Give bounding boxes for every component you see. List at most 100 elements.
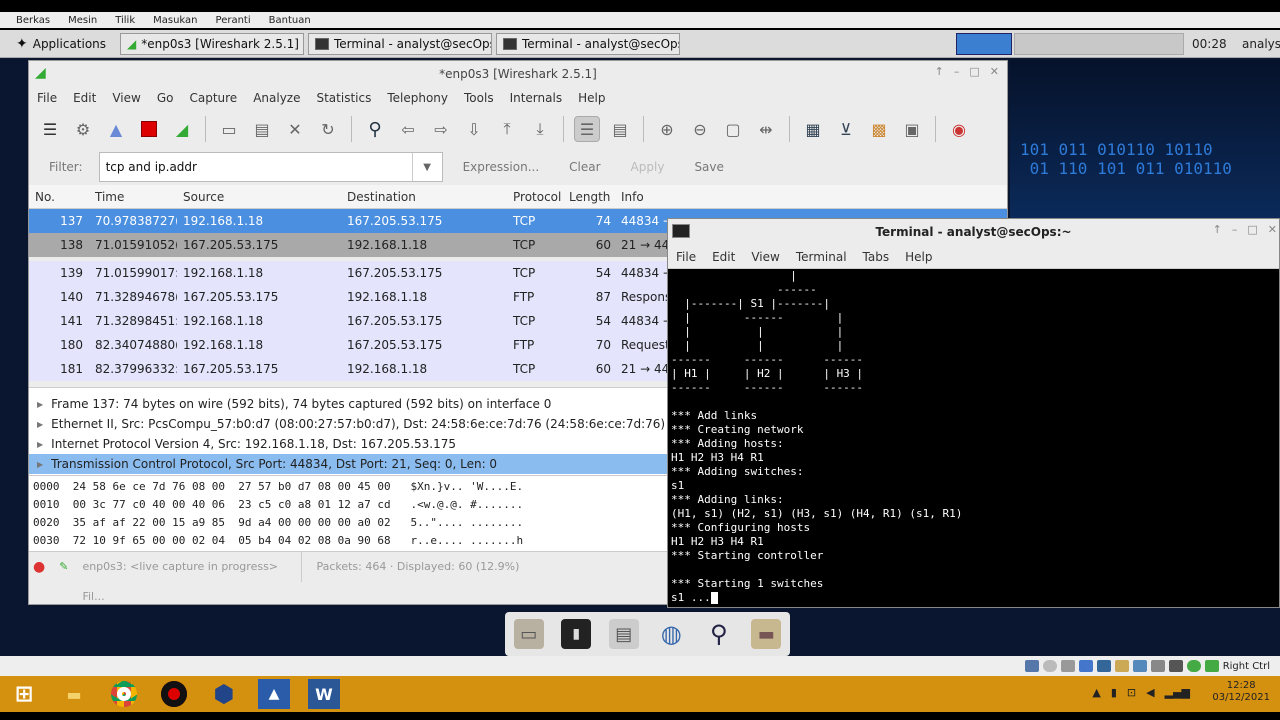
optical-status-icon[interactable] [1042, 660, 1057, 672]
display-filters-icon[interactable]: ⊻ [833, 116, 859, 142]
term-menu-edit[interactable]: Edit [712, 250, 735, 264]
column-time[interactable]: Time [89, 190, 177, 204]
close-icon[interactable]: ✕ [1268, 223, 1277, 236]
save-filter-button[interactable]: Save [694, 160, 723, 174]
autoscroll-icon[interactable]: ▤ [607, 116, 633, 142]
help-icon[interactable]: ◉ [946, 116, 972, 142]
term-menu-file[interactable]: File [676, 250, 696, 264]
recording-status-icon[interactable] [1150, 660, 1165, 672]
restart-capture-icon[interactable]: ◢ [169, 116, 195, 142]
mouse-integration-icon[interactable] [1186, 660, 1201, 672]
windows-clock[interactable]: 12:28 03/12/2021 [1212, 680, 1270, 704]
close-icon[interactable]: ✕ [990, 65, 999, 78]
restore-icon[interactable]: □ [1247, 223, 1257, 236]
colorize-icon[interactable]: ☰ [574, 116, 600, 142]
expert-info-icon[interactable]: ● [33, 559, 45, 575]
maximize-up-icon[interactable]: ↑ [935, 65, 944, 78]
menu-internals[interactable]: Internals [510, 91, 563, 105]
menu-analyze[interactable]: Analyze [253, 91, 300, 105]
tray-wifi-icon[interactable]: ▂▄▆ [1165, 686, 1190, 699]
column-destination[interactable]: Destination [341, 190, 507, 204]
go-back-icon[interactable]: ⇦ [395, 116, 421, 142]
screen-recorder-icon[interactable] [158, 679, 190, 709]
tray-volume-icon[interactable]: ◀ [1146, 686, 1154, 699]
column-no[interactable]: No. [29, 190, 89, 204]
applications-menu-button[interactable]: ✦ Applications [10, 33, 110, 55]
save-file-icon[interactable]: ▤ [249, 116, 275, 142]
chrome-icon[interactable] [108, 679, 140, 709]
clear-button[interactable]: Clear [569, 160, 600, 174]
vb-menu-masukan[interactable]: Masukan [153, 15, 197, 26]
resize-columns-icon[interactable]: ⇹ [753, 116, 779, 142]
term-menu-help[interactable]: Help [905, 250, 932, 264]
cpu-status-icon[interactable] [1168, 660, 1183, 672]
display-status-icon[interactable] [1132, 660, 1147, 672]
capture-comment-icon[interactable]: ✎ [59, 560, 68, 573]
search-icon[interactable]: ⚲ [704, 619, 734, 649]
workspace-switcher[interactable] [1014, 33, 1184, 55]
normal-size-icon[interactable]: ▢ [720, 116, 746, 142]
tray-network-icon[interactable]: ⊡ [1127, 686, 1136, 699]
file-explorer-icon[interactable]: ▬ [58, 679, 90, 709]
expand-triangle-icon[interactable]: ▶ [37, 440, 43, 449]
go-to-packet-icon[interactable]: ⇩ [461, 116, 487, 142]
menu-file[interactable]: File [37, 91, 57, 105]
terminal-emulator-icon[interactable]: ▮ [561, 619, 592, 649]
hdd-status-icon[interactable] [1024, 660, 1039, 672]
column-length[interactable]: Length [569, 190, 617, 204]
capture-filters-icon[interactable]: ▦ [800, 116, 826, 142]
web-browser-globe-icon[interactable]: ◍ [656, 619, 686, 649]
text-editor-icon[interactable]: ▤ [608, 619, 639, 649]
apply-button[interactable]: Apply [631, 160, 665, 174]
menu-tools[interactable]: Tools [464, 91, 494, 105]
terminal-titlebar[interactable]: Terminal - analyst@secOps:~ ↑ – □ ✕ [668, 219, 1279, 245]
chevron-down-icon[interactable]: ▼ [411, 153, 442, 181]
vb-menu-berkas[interactable]: Berkas [16, 15, 50, 26]
shared-folders-icon[interactable] [1114, 660, 1129, 672]
app-icon-64[interactable]: ▲ [258, 679, 290, 709]
column-protocol[interactable]: Protocol [507, 190, 569, 204]
menu-capture[interactable]: Capture [189, 91, 237, 105]
menu-help[interactable]: Help [578, 91, 605, 105]
vb-menu-bantuan[interactable]: Bantuan [269, 15, 311, 26]
zoom-out-icon[interactable]: ⊖ [687, 116, 713, 142]
go-forward-icon[interactable]: ⇨ [428, 116, 454, 142]
audio-status-icon[interactable] [1060, 660, 1075, 672]
tray-battery-icon[interactable]: ▮ [1111, 686, 1117, 699]
workspace-switcher-active[interactable] [956, 33, 1012, 55]
interfaces-icon[interactable]: ☰ [37, 116, 63, 142]
first-packet-icon[interactable]: ⤒ [494, 116, 520, 142]
zoom-in-icon[interactable]: ⊕ [654, 116, 680, 142]
menu-view[interactable]: View [112, 91, 140, 105]
word-icon[interactable]: W [308, 679, 340, 709]
vb-menu-mesin[interactable]: Mesin [68, 15, 97, 26]
expand-triangle-icon[interactable]: ▶ [37, 400, 43, 409]
expand-triangle-icon[interactable]: ▶ [37, 460, 43, 469]
menu-go[interactable]: Go [157, 91, 174, 105]
preferences-icon[interactable]: ▣ [899, 116, 925, 142]
panel-user[interactable]: analyst [1242, 37, 1280, 51]
column-info[interactable]: Info [617, 190, 737, 204]
windows-start-icon[interactable]: ⊞ [8, 679, 40, 709]
term-menu-tabs[interactable]: Tabs [863, 250, 890, 264]
menu-edit[interactable]: Edit [73, 91, 96, 105]
file-manager-icon[interactable]: ▭ [513, 619, 544, 649]
last-packet-icon[interactable]: ⤓ [527, 116, 553, 142]
virtualbox-icon[interactable]: ⬢ [208, 679, 240, 709]
usb-status-icon[interactable] [1096, 660, 1111, 672]
menu-statistics[interactable]: Statistics [316, 91, 371, 105]
stop-capture-icon[interactable] [136, 116, 162, 142]
minimize-icon[interactable]: – [954, 65, 960, 78]
coloring-rules-icon[interactable]: ▩ [866, 116, 892, 142]
term-menu-terminal[interactable]: Terminal [796, 250, 847, 264]
minimize-icon[interactable]: – [1232, 223, 1238, 236]
expand-triangle-icon[interactable]: ▶ [37, 420, 43, 429]
keyboard-status-icon[interactable] [1204, 660, 1219, 672]
wireshark-titlebar[interactable]: ◢ *enp0s3 [Wireshark 2.5.1] ↑ – □ ✕ [29, 61, 1007, 87]
restore-icon[interactable]: □ [969, 65, 979, 78]
find-packet-icon[interactable]: ⚲ [362, 116, 388, 142]
tray-chevron-up-icon[interactable]: ▲ [1092, 686, 1100, 699]
options-gear-icon[interactable]: ⚙ [70, 116, 96, 142]
task-terminal-2[interactable]: Terminal - analyst@secOps:~ [496, 33, 680, 55]
reload-icon[interactable]: ↻ [315, 116, 341, 142]
